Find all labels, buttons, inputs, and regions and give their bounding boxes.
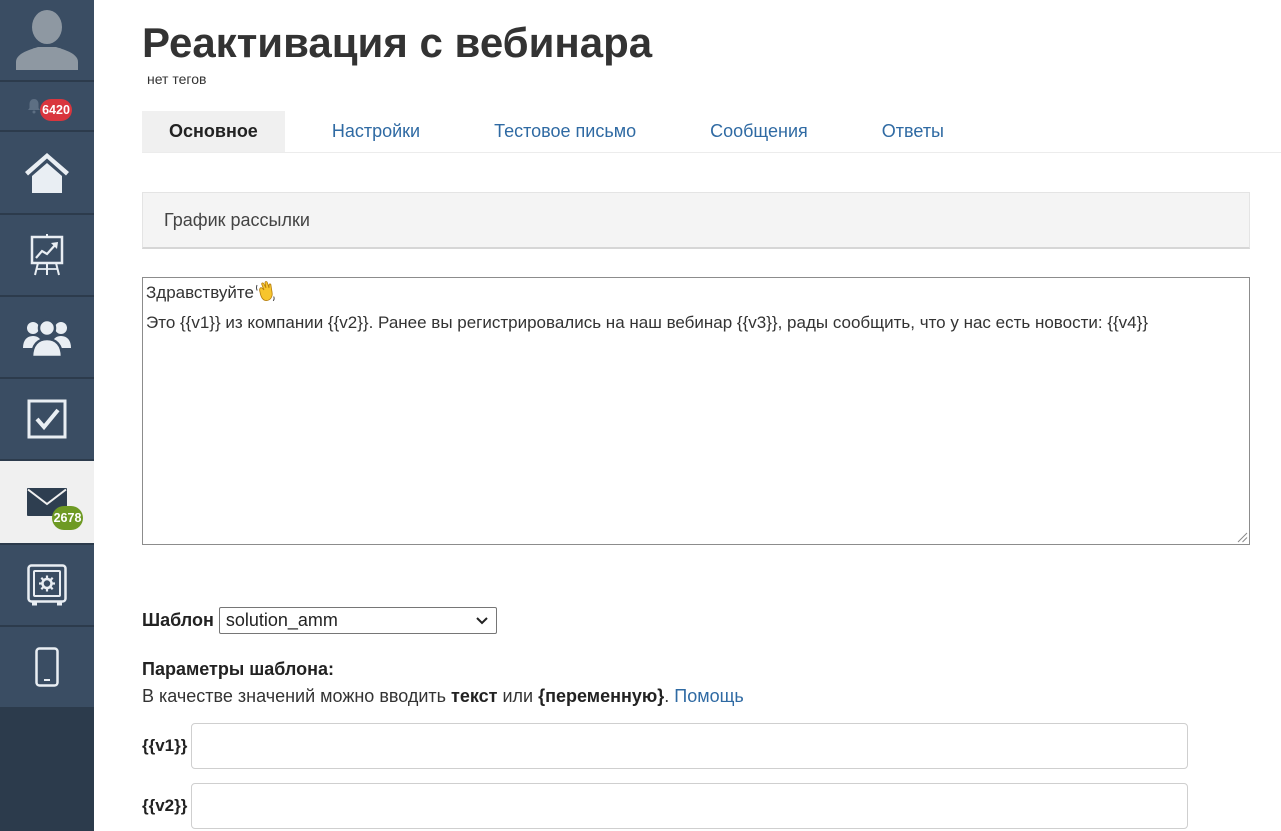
- message-greeting: Здравствуйте: [146, 283, 254, 302]
- help-link[interactable]: Помощь: [674, 686, 744, 706]
- param-label-v2: {{v2}}: [142, 796, 188, 815]
- tab-messages[interactable]: Сообщения: [683, 111, 835, 152]
- param-label-v1: {{v1}}: [142, 736, 188, 755]
- param-input-v1[interactable]: [191, 723, 1189, 769]
- notifications-count-badge: 6420: [40, 99, 72, 121]
- resize-grip-icon[interactable]: [1236, 531, 1248, 543]
- sidebar: 6420 2678: [0, 0, 94, 831]
- param-input-v2[interactable]: [191, 783, 1189, 829]
- mailings-count-badge: 2678: [52, 506, 83, 530]
- page-title: Реактивация с вебинара: [142, 19, 653, 66]
- tab-replies[interactable]: Ответы: [855, 111, 971, 152]
- param-field-v2: {{v2}}: [142, 783, 1189, 829]
- users-icon: [23, 318, 71, 357]
- sidebar-item-contacts[interactable]: [0, 297, 94, 379]
- sidebar-item-mailings[interactable]: 2678: [0, 461, 94, 545]
- phone-icon: [35, 647, 59, 687]
- hint-suffix: .: [664, 686, 675, 706]
- message-body: Это {{v1}} из компании {{v2}}. Ранее вы …: [146, 313, 1148, 332]
- user-avatar-icon: [16, 10, 78, 70]
- tabs: Основное Настройки Тестовое письмо Сообщ…: [142, 111, 1281, 153]
- template-params-heading: Параметры шаблона:: [142, 659, 334, 679]
- user-avatar[interactable]: [0, 0, 94, 82]
- template-selected-value: solution_amm: [225, 610, 338, 630]
- tab-main[interactable]: Основное: [142, 111, 285, 152]
- schedule-panel[interactable]: График рассылки: [142, 192, 1250, 249]
- message-textarea[interactable]: Здравствуйте Это {{v1}} из компании {{v2…: [142, 277, 1250, 545]
- tab-settings[interactable]: Настройки: [305, 111, 447, 152]
- sidebar-item-safe[interactable]: [0, 545, 94, 627]
- sidebar-item-notifications[interactable]: 6420: [0, 82, 94, 132]
- chevron-down-icon: [476, 616, 488, 624]
- tab-test-email[interactable]: Тестовое письмо: [467, 111, 663, 152]
- sidebar-item-tasks[interactable]: [0, 379, 94, 461]
- template-select[interactable]: solution_amm: [218, 607, 497, 634]
- message-greeting-line: Здравствуйте: [146, 280, 1246, 310]
- safe-icon: [27, 564, 67, 606]
- hint-variable-word: {переменную}: [538, 686, 665, 706]
- presentation-chart-icon: [30, 234, 64, 276]
- home-icon: [25, 152, 69, 193]
- template-label: Шаблон: [142, 610, 214, 630]
- hint-prefix: В качестве значений можно вводить: [142, 686, 452, 706]
- waving-hand-icon: [255, 280, 277, 310]
- template-row: Шаблон solution_amm: [142, 607, 497, 634]
- sidebar-item-mobile[interactable]: [0, 627, 94, 709]
- param-field-v1: {{v1}}: [142, 723, 1189, 769]
- hint-text-word: текст: [451, 686, 498, 706]
- tags-label[interactable]: нет тегов: [147, 70, 206, 88]
- checkbox-icon: [27, 399, 67, 439]
- hint-middle: или: [497, 686, 539, 706]
- template-params-hint: В качестве значений можно вводить текст …: [142, 685, 744, 707]
- sidebar-item-analytics[interactable]: [0, 215, 94, 297]
- sidebar-item-home[interactable]: [0, 132, 94, 215]
- main-content: Реактивация с вебинара нет тегов Основно…: [142, 0, 1281, 831]
